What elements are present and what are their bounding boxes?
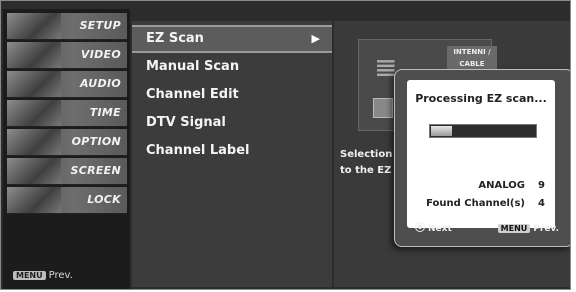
analog-label: ANALOG [478,180,525,191]
analog-value: 9 [538,180,545,191]
submenu-item-dtv-signal[interactable]: DTV Signal [132,109,332,137]
ez-scan-popup: Processing EZ scan... ANALOG 9 Found Cha… [394,69,570,247]
screen-thumbnail-icon [7,158,61,184]
sidebar-item-screen[interactable]: SCREEN [7,158,127,185]
prev-hint-label: Prev. [48,270,73,281]
sidebar-item-option[interactable]: OPTION [7,129,127,156]
sidebar-item-video[interactable]: VIDEO [7,42,127,69]
lock-thumbnail-icon [7,187,61,213]
submenu-item-manual-scan[interactable]: Manual Scan [132,53,332,81]
found-channels-label: Found Channel(s) [426,198,525,209]
help-description: Selection to the EZ [340,149,393,176]
tv-box-icon [373,98,393,118]
processing-title: Processing EZ scan... [415,92,547,105]
main-menu-sidebar: SETUP VIDEO AUDIO TIME OPTION SCREEN LOC… [3,9,130,289]
sidebar-item-label: LOCK [87,193,121,206]
submenu-item-label: EZ Scan [146,31,204,46]
submenu-item-channel-label[interactable]: Channel Label [132,137,332,165]
sidebar-item-label: SCREEN [70,164,121,177]
sidebar-item-label: AUDIO [79,77,121,90]
setup-submenu: EZ Scan ▶ Manual Scan Channel Edit DTV S… [132,21,332,287]
sidebar-item-setup[interactable]: SETUP [7,13,127,40]
ok-button-icon [415,222,425,232]
sidebar-item-audio[interactable]: AUDIO [7,71,127,98]
sidebar-item-time[interactable]: TIME [7,100,127,127]
found-channels-value: 4 [538,198,545,209]
option-thumbnail-icon [7,129,61,155]
sidebar-item-label: VIDEO [80,48,121,61]
submenu-item-label: DTV Signal [146,115,226,130]
scan-progress-bar [429,124,537,138]
audio-thumbnail-icon [7,71,61,97]
next-button[interactable]: Next [415,222,452,234]
arrow-right-icon: ▶ [311,32,320,45]
prev-button[interactable]: MENU Prev. [497,224,559,234]
sidebar-item-label: TIME [89,106,121,119]
submenu-item-ez-scan[interactable]: EZ Scan ▶ [132,25,332,53]
setup-thumbnail-icon [7,13,61,39]
prev-label: Prev. [533,224,559,234]
scan-progress-fill [431,126,452,136]
sidebar-item-label: SETUP [79,19,121,32]
time-thumbnail-icon [7,100,61,126]
processing-panel: Processing EZ scan... ANALOG 9 Found Cha… [407,80,555,228]
submenu-item-label: Channel Edit [146,87,239,102]
menu-key-icon: MENU [497,224,531,233]
prev-hint: MENU Prev. [13,270,73,281]
tv-menu-screen: SETUP VIDEO AUDIO TIME OPTION SCREEN LOC… [0,0,571,290]
sidebar-item-lock[interactable]: LOCK [7,187,127,214]
submenu-item-label: Manual Scan [146,59,240,74]
sidebar-item-label: OPTION [71,135,121,148]
submenu-item-channel-edit[interactable]: Channel Edit [132,81,332,109]
video-thumbnail-icon [7,42,61,68]
next-label: Next [428,224,452,234]
submenu-item-label: Channel Label [146,143,250,158]
menu-key-icon: MENU [13,271,46,280]
